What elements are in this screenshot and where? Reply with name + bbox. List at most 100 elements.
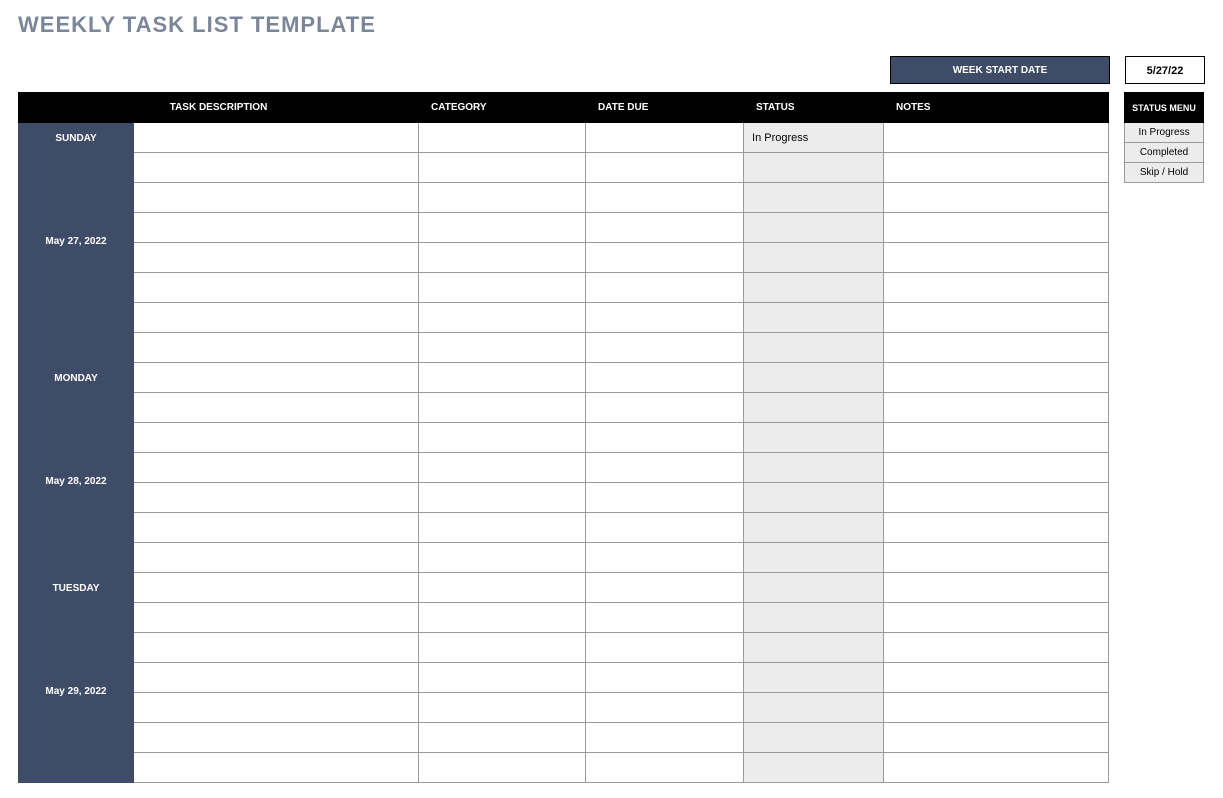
task-desc-cell[interactable] <box>134 483 419 513</box>
status-menu-option[interactable]: Completed <box>1125 143 1204 163</box>
notes-cell[interactable] <box>884 273 1109 303</box>
date-due-cell[interactable] <box>586 423 744 453</box>
date-due-cell[interactable] <box>586 483 744 513</box>
category-cell[interactable] <box>419 393 586 423</box>
category-cell[interactable] <box>419 603 586 633</box>
status-menu-option[interactable]: Skip / Hold <box>1125 163 1204 183</box>
task-desc-cell[interactable] <box>134 333 419 363</box>
date-due-cell[interactable] <box>586 453 744 483</box>
task-desc-cell[interactable] <box>134 153 419 183</box>
notes-cell[interactable] <box>884 303 1109 333</box>
status-cell[interactable] <box>744 333 884 363</box>
date-due-cell[interactable] <box>586 633 744 663</box>
status-cell[interactable] <box>744 573 884 603</box>
notes-cell[interactable] <box>884 663 1109 693</box>
date-due-cell[interactable] <box>586 663 744 693</box>
category-cell[interactable] <box>419 123 586 153</box>
task-desc-cell[interactable] <box>134 273 419 303</box>
notes-cell[interactable] <box>884 393 1109 423</box>
notes-cell[interactable] <box>884 243 1109 273</box>
notes-cell[interactable] <box>884 213 1109 243</box>
status-cell[interactable] <box>744 663 884 693</box>
notes-cell[interactable] <box>884 423 1109 453</box>
status-cell[interactable] <box>744 633 884 663</box>
category-cell[interactable] <box>419 243 586 273</box>
status-cell[interactable] <box>744 423 884 453</box>
date-due-cell[interactable] <box>586 393 744 423</box>
date-due-cell[interactable] <box>586 513 744 543</box>
date-due-cell[interactable] <box>586 723 744 753</box>
category-cell[interactable] <box>419 663 586 693</box>
notes-cell[interactable] <box>884 633 1109 663</box>
notes-cell[interactable] <box>884 483 1109 513</box>
date-due-cell[interactable] <box>586 153 744 183</box>
task-desc-cell[interactable] <box>134 633 419 663</box>
date-due-cell[interactable] <box>586 603 744 633</box>
status-cell[interactable] <box>744 363 884 393</box>
status-cell[interactable] <box>744 483 884 513</box>
notes-cell[interactable] <box>884 363 1109 393</box>
task-desc-cell[interactable] <box>134 303 419 333</box>
date-due-cell[interactable] <box>586 363 744 393</box>
category-cell[interactable] <box>419 483 586 513</box>
status-cell[interactable] <box>744 303 884 333</box>
task-desc-cell[interactable] <box>134 453 419 483</box>
status-cell[interactable] <box>744 723 884 753</box>
notes-cell[interactable] <box>884 333 1109 363</box>
date-due-cell[interactable] <box>586 243 744 273</box>
notes-cell[interactable] <box>884 693 1109 723</box>
week-start-date-value[interactable]: 5/27/22 <box>1125 56 1205 84</box>
task-desc-cell[interactable] <box>134 183 419 213</box>
task-desc-cell[interactable] <box>134 243 419 273</box>
category-cell[interactable] <box>419 453 586 483</box>
category-cell[interactable] <box>419 543 586 573</box>
date-due-cell[interactable] <box>586 123 744 153</box>
status-cell[interactable] <box>744 543 884 573</box>
category-cell[interactable] <box>419 753 586 783</box>
status-cell[interactable] <box>744 183 884 213</box>
task-desc-cell[interactable] <box>134 603 419 633</box>
task-desc-cell[interactable] <box>134 393 419 423</box>
category-cell[interactable] <box>419 513 586 543</box>
category-cell[interactable] <box>419 693 586 723</box>
status-cell[interactable] <box>744 693 884 723</box>
status-cell[interactable] <box>744 603 884 633</box>
notes-cell[interactable] <box>884 573 1109 603</box>
notes-cell[interactable] <box>884 723 1109 753</box>
task-desc-cell[interactable] <box>134 573 419 603</box>
task-desc-cell[interactable] <box>134 663 419 693</box>
task-desc-cell[interactable] <box>134 723 419 753</box>
date-due-cell[interactable] <box>586 543 744 573</box>
category-cell[interactable] <box>419 423 586 453</box>
category-cell[interactable] <box>419 303 586 333</box>
category-cell[interactable] <box>419 573 586 603</box>
task-desc-cell[interactable] <box>134 423 419 453</box>
status-cell[interactable]: In Progress <box>744 123 884 153</box>
task-desc-cell[interactable] <box>134 213 419 243</box>
status-cell[interactable] <box>744 213 884 243</box>
date-due-cell[interactable] <box>586 333 744 363</box>
status-cell[interactable] <box>744 753 884 783</box>
notes-cell[interactable] <box>884 603 1109 633</box>
notes-cell[interactable] <box>884 153 1109 183</box>
task-desc-cell[interactable] <box>134 363 419 393</box>
date-due-cell[interactable] <box>586 693 744 723</box>
notes-cell[interactable] <box>884 513 1109 543</box>
status-cell[interactable] <box>744 153 884 183</box>
category-cell[interactable] <box>419 153 586 183</box>
task-desc-cell[interactable] <box>134 513 419 543</box>
task-desc-cell[interactable] <box>134 693 419 723</box>
status-cell[interactable] <box>744 393 884 423</box>
date-due-cell[interactable] <box>586 573 744 603</box>
category-cell[interactable] <box>419 723 586 753</box>
notes-cell[interactable] <box>884 453 1109 483</box>
category-cell[interactable] <box>419 213 586 243</box>
status-menu-option[interactable]: In Progress <box>1125 123 1204 143</box>
task-desc-cell[interactable] <box>134 753 419 783</box>
category-cell[interactable] <box>419 633 586 663</box>
date-due-cell[interactable] <box>586 213 744 243</box>
status-cell[interactable] <box>744 513 884 543</box>
notes-cell[interactable] <box>884 183 1109 213</box>
category-cell[interactable] <box>419 333 586 363</box>
date-due-cell[interactable] <box>586 183 744 213</box>
